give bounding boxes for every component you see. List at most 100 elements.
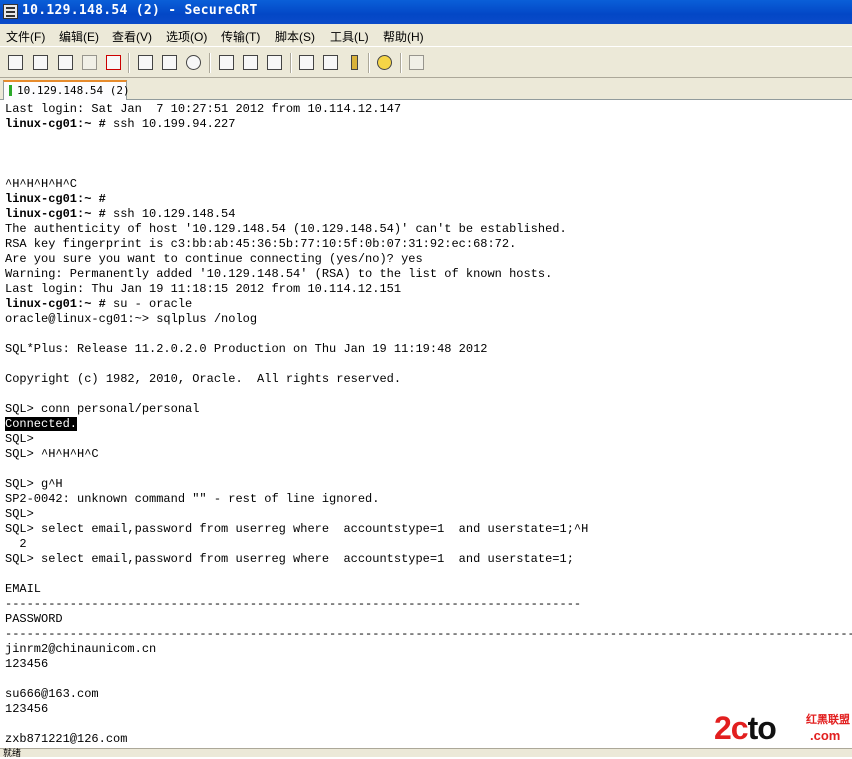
- terminal-line: 123456: [5, 702, 49, 716]
- connect-tab-icon: [58, 55, 73, 70]
- menu-help[interactable]: 帮助(H): [383, 28, 424, 45]
- watermark-com: .com: [810, 728, 841, 743]
- menu-transfer[interactable]: 传输(T): [221, 28, 260, 45]
- menu-options[interactable]: 选项(O): [166, 28, 207, 45]
- sftp-button[interactable]: [407, 53, 427, 73]
- terminal-line: SQL> g^H: [5, 477, 63, 491]
- find-icon: [186, 55, 201, 70]
- terminal-line: su666@163.com: [5, 687, 99, 701]
- quick-connect-icon: [33, 55, 48, 70]
- paste-icon: [162, 55, 177, 70]
- command-text: ssh 10.129.148.54: [105, 207, 236, 221]
- terminal-line: jinrm2@chinaunicom.cn: [5, 642, 157, 656]
- menu-script[interactable]: 脚本(S): [275, 28, 315, 45]
- print-setup-button[interactable]: [265, 53, 285, 73]
- selected-text: Connected.: [5, 417, 78, 431]
- session-tab-label: 10.129.148.54 (2): [17, 84, 130, 97]
- print-selection-icon: [243, 55, 258, 70]
- terminal-line: Connected.: [5, 417, 78, 432]
- terminal-line: The authenticity of host '10.129.148.54 …: [5, 222, 567, 236]
- terminal-line: SQL> select email,password from userreg …: [5, 552, 574, 566]
- terminal-line: SQL> ^H^H^H^C: [5, 447, 99, 461]
- command-text: ssh 10.199.94.227: [105, 117, 236, 131]
- terminal-line: linux-cg01:~ # su - oracle: [5, 297, 192, 312]
- paste-button[interactable]: [160, 53, 180, 73]
- connect-button[interactable]: [6, 53, 26, 73]
- shell-prompt: linux-cg01:~ #: [5, 117, 106, 131]
- help-icon: [377, 55, 392, 70]
- toolbar-separator: [290, 53, 292, 73]
- sftp-icon: [409, 55, 424, 70]
- terminal-line: Warning: Permanently added '10.129.148.5…: [5, 267, 553, 281]
- terminal-line: ^H^H^H^H^C: [5, 177, 78, 191]
- toolbar-separator: [400, 53, 402, 73]
- terminal-output[interactable]: Last login: Sat Jan 7 10:27:51 2012 from…: [0, 100, 852, 748]
- disconnect-button[interactable]: [104, 53, 124, 73]
- terminal-line: SP2-0042: unknown command "" - rest of l…: [5, 492, 380, 506]
- print-setup-icon: [267, 55, 282, 70]
- keymap-button[interactable]: [345, 53, 365, 73]
- reconnect-button[interactable]: [80, 53, 100, 73]
- quick-connect-button[interactable]: [31, 53, 51, 73]
- print-icon: [219, 55, 234, 70]
- menu-view[interactable]: 查看(V): [112, 28, 152, 45]
- status-text: 就绪: [3, 748, 22, 758]
- terminal-line: Last login: Sat Jan 7 10:27:51 2012 from…: [5, 102, 402, 116]
- terminal-line: 123456: [5, 657, 49, 671]
- session-tab[interactable]: 10.129.148.54 (2): [3, 80, 130, 100]
- terminal-line: SQL>: [5, 432, 34, 446]
- disconnect-icon: [106, 55, 121, 70]
- menu-tools[interactable]: 工具(L): [330, 28, 369, 45]
- connection-status-icon: [9, 85, 12, 96]
- toolbar-separator: [368, 53, 370, 73]
- shell-prompt: linux-cg01:~ #: [5, 297, 106, 311]
- menu-bar: 文件(F) 编辑(E) 查看(V) 选项(O) 传输(T) 脚本(S) 工具(L…: [0, 24, 852, 46]
- shell-prompt: linux-cg01:~ #: [5, 207, 106, 221]
- terminal-line: Copyright (c) 1982, 2010, Oracle. All ri…: [5, 372, 402, 386]
- connect-icon: [8, 55, 23, 70]
- terminal-line: Are you sure you want to continue connec…: [5, 252, 423, 266]
- shell-prompt: linux-cg01:~ #: [5, 192, 106, 206]
- keymap-icon: [351, 55, 358, 70]
- terminal-line: 2: [5, 537, 27, 551]
- menu-file[interactable]: 文件(F): [6, 28, 45, 45]
- help-button[interactable]: [375, 53, 395, 73]
- print-button[interactable]: [217, 53, 237, 73]
- find-button[interactable]: [184, 53, 204, 73]
- session-options-icon: [299, 55, 314, 70]
- terminal-line: PASSWORD: [5, 612, 63, 626]
- site-watermark: 2cto 红黑联盟 .com: [714, 708, 850, 748]
- window-title: 10.129.148.54 (2) - SecureCRT: [22, 3, 258, 18]
- title-bar[interactable]: 10.129.148.54 (2) - SecureCRT: [0, 0, 852, 24]
- terminal-line: linux-cg01:~ # ssh 10.129.148.54: [5, 207, 235, 222]
- toolbar-separator: [209, 53, 211, 73]
- terminal-line: oracle@linux-cg01:~> sqlplus /nolog: [5, 312, 258, 326]
- watermark-cn: 红黑联盟: [806, 714, 850, 726]
- global-options-button[interactable]: [321, 53, 341, 73]
- terminal-line: linux-cg01:~ #: [5, 192, 106, 207]
- menu-edit[interactable]: 编辑(E): [59, 28, 99, 45]
- terminal-line: EMAIL: [5, 582, 42, 596]
- terminal-line: SQL> conn personal/personal: [5, 402, 200, 416]
- terminal-line: zxb871221@126.com: [5, 732, 128, 746]
- toolbar: [0, 46, 852, 78]
- command-text: su - oracle: [105, 297, 193, 311]
- terminal-line: SQL>: [5, 507, 34, 521]
- session-tab-bar: 10.129.148.54 (2): [0, 78, 852, 100]
- terminal-line: Last login: Thu Jan 19 11:18:15 2012 fro…: [5, 282, 402, 296]
- connect-in-tab-button[interactable]: [56, 53, 76, 73]
- securecrt-app-icon[interactable]: [3, 4, 18, 19]
- session-options-button[interactable]: [297, 53, 317, 73]
- toolbar-separator: [128, 53, 130, 73]
- reconnect-icon: [82, 55, 97, 70]
- copy-icon: [138, 55, 153, 70]
- print-selection-button[interactable]: [241, 53, 261, 73]
- terminal-line: ----------------------------------------…: [5, 627, 852, 641]
- terminal-line: linux-cg01:~ # ssh 10.199.94.227: [5, 117, 235, 132]
- watermark-logo: 2cto: [714, 710, 777, 746]
- terminal-line: RSA key fingerprint is c3:bb:ab:45:36:5b…: [5, 237, 517, 251]
- terminal-line: ----------------------------------------…: [5, 597, 582, 611]
- global-options-icon: [323, 55, 338, 70]
- status-bar: 就绪: [0, 748, 852, 758]
- copy-button[interactable]: [136, 53, 156, 73]
